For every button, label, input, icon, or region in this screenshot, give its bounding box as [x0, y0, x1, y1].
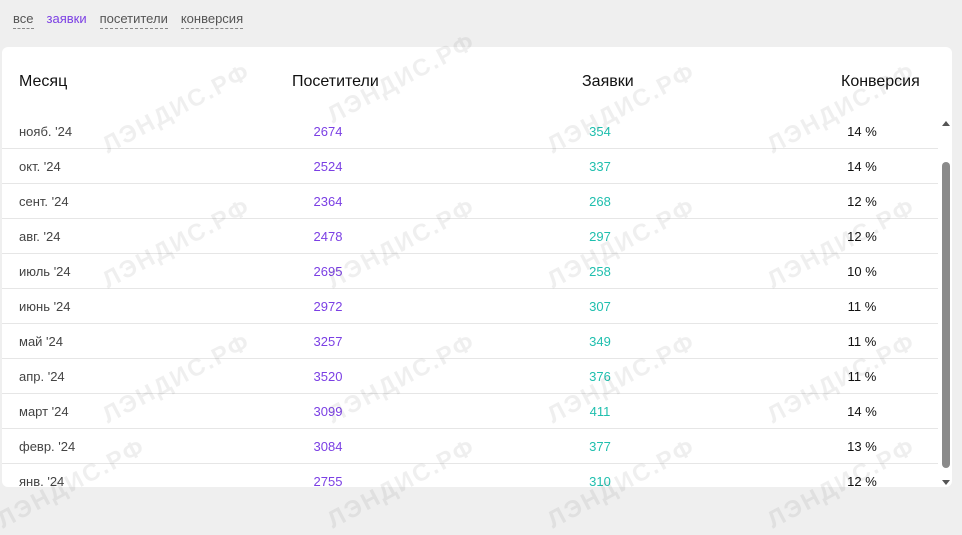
cell-conversion: 11 % — [847, 299, 877, 314]
cell-conversion: 12 % — [847, 229, 877, 244]
cell-visitors: 2972 — [313, 299, 343, 314]
table-row: март '24 3099 411 14 % — [2, 394, 938, 429]
cell-leads: 349 — [589, 334, 611, 349]
cell-visitors: 3520 — [313, 369, 343, 384]
cell-leads: 307 — [589, 299, 611, 314]
vertical-scrollbar[interactable] — [940, 115, 952, 487]
cell-conversion: 10 % — [847, 264, 877, 279]
scroll-down-arrow-icon[interactable] — [942, 480, 950, 485]
header-month: Месяц — [19, 73, 68, 90]
header-visitors: Посетители — [292, 73, 379, 90]
cell-leads: 337 — [589, 159, 611, 174]
scroll-up-arrow-icon[interactable] — [942, 121, 950, 126]
filter-bar: все заявки посетители конверсия — [13, 11, 244, 29]
cell-leads: 411 — [589, 404, 611, 419]
cell-conversion: 13 % — [847, 439, 877, 454]
cell-leads: 376 — [589, 369, 611, 384]
cell-month: июль '24 — [19, 264, 71, 279]
cell-month: май '24 — [19, 334, 63, 349]
stats-table-card: Месяц Посетители Заявки Конверсия нояб. … — [2, 47, 952, 487]
table-row: сент. '24 2364 268 12 % — [2, 184, 938, 219]
filter-visitors[interactable]: посетители — [99, 11, 168, 29]
cell-month: янв. '24 — [19, 474, 65, 487]
scrollbar-thumb[interactable] — [942, 162, 950, 468]
table-row: нояб. '24 2674 354 14 % — [2, 114, 938, 149]
cell-leads: 297 — [589, 229, 611, 244]
cell-visitors: 2695 — [313, 264, 343, 279]
cell-visitors: 3099 — [313, 404, 343, 419]
cell-conversion: 14 % — [847, 404, 877, 419]
cell-leads: 258 — [589, 264, 611, 279]
cell-leads: 377 — [589, 439, 611, 454]
cell-month: март '24 — [19, 404, 69, 419]
table-row: июнь '24 2972 307 11 % — [2, 289, 938, 324]
cell-visitors: 2364 — [313, 194, 343, 209]
cell-visitors: 3084 — [313, 439, 343, 454]
cell-conversion: 12 % — [847, 194, 877, 209]
cell-leads: 268 — [589, 194, 611, 209]
table-row: окт. '24 2524 337 14 % — [2, 149, 938, 184]
table-row: июль '24 2695 258 10 % — [2, 254, 938, 289]
cell-visitors: 2755 — [313, 474, 343, 487]
cell-leads: 310 — [589, 474, 611, 487]
cell-conversion: 11 % — [847, 369, 877, 384]
table-row: май '24 3257 349 11 % — [2, 324, 938, 359]
cell-conversion: 12 % — [847, 474, 877, 487]
cell-leads: 354 — [589, 124, 611, 139]
header-leads: Заявки — [582, 73, 634, 90]
cell-visitors: 2674 — [313, 124, 343, 139]
cell-month: нояб. '24 — [19, 124, 73, 139]
cell-month: июнь '24 — [19, 299, 71, 314]
filter-leads[interactable]: заявки — [47, 11, 87, 29]
cell-visitors: 2478 — [313, 229, 343, 244]
cell-conversion: 14 % — [847, 124, 877, 139]
table-body: нояб. '24 2674 354 14 % окт. '24 2524 33… — [2, 114, 938, 487]
cell-conversion: 11 % — [847, 334, 877, 349]
cell-conversion: 14 % — [847, 159, 877, 174]
cell-month: февр. '24 — [19, 439, 76, 454]
cell-visitors: 3257 — [313, 334, 343, 349]
table-row: авг. '24 2478 297 12 % — [2, 219, 938, 254]
filter-conversion[interactable]: конверсия — [180, 11, 244, 29]
header-conversion: Конверсия — [841, 73, 920, 90]
table-row: янв. '24 2755 310 12 % — [2, 464, 938, 487]
cell-month: авг. '24 — [19, 229, 61, 244]
cell-month: сент. '24 — [19, 194, 69, 209]
table-row: апр. '24 3520 376 11 % — [2, 359, 938, 394]
cell-month: апр. '24 — [19, 369, 65, 384]
cell-month: окт. '24 — [19, 159, 61, 174]
filter-all[interactable]: все — [13, 11, 34, 29]
cell-visitors: 2524 — [313, 159, 343, 174]
table-header: Месяц Посетители Заявки Конверсия — [2, 47, 952, 115]
table-row: февр. '24 3084 377 13 % — [2, 429, 938, 464]
